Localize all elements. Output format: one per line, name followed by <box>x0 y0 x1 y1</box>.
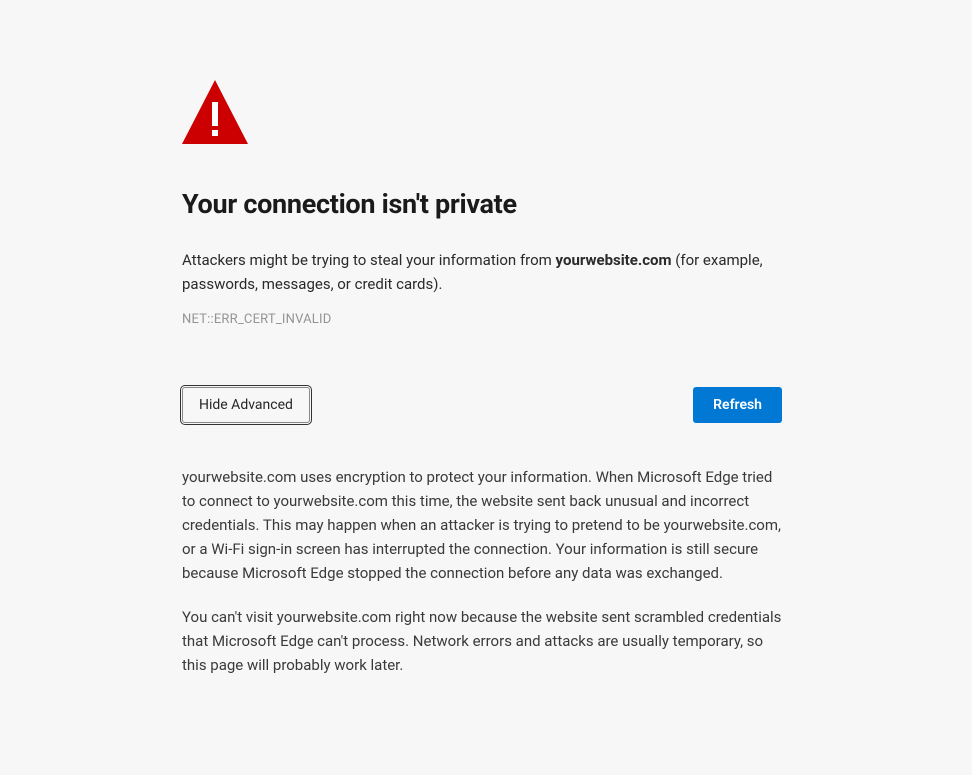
warning-description: Attackers might be trying to steal your … <box>182 248 782 296</box>
warning-triangle-icon <box>182 80 782 144</box>
button-row: Hide Advanced Refresh <box>182 387 782 423</box>
error-page-container: Your connection isn't private Attackers … <box>182 0 782 677</box>
hide-advanced-button[interactable]: Hide Advanced <box>182 387 310 423</box>
description-prefix: Attackers might be trying to steal your … <box>182 251 556 269</box>
description-domain: yourwebsite.com <box>556 251 672 269</box>
refresh-button[interactable]: Refresh <box>693 387 782 423</box>
details-paragraph-1: yourwebsite.com uses encryption to prote… <box>182 465 782 585</box>
details-paragraph-2: You can't visit yourwebsite.com right no… <box>182 605 782 677</box>
error-code: NET::ERR_CERT_INVALID <box>182 312 782 327</box>
page-title: Your connection isn't private <box>182 188 782 220</box>
